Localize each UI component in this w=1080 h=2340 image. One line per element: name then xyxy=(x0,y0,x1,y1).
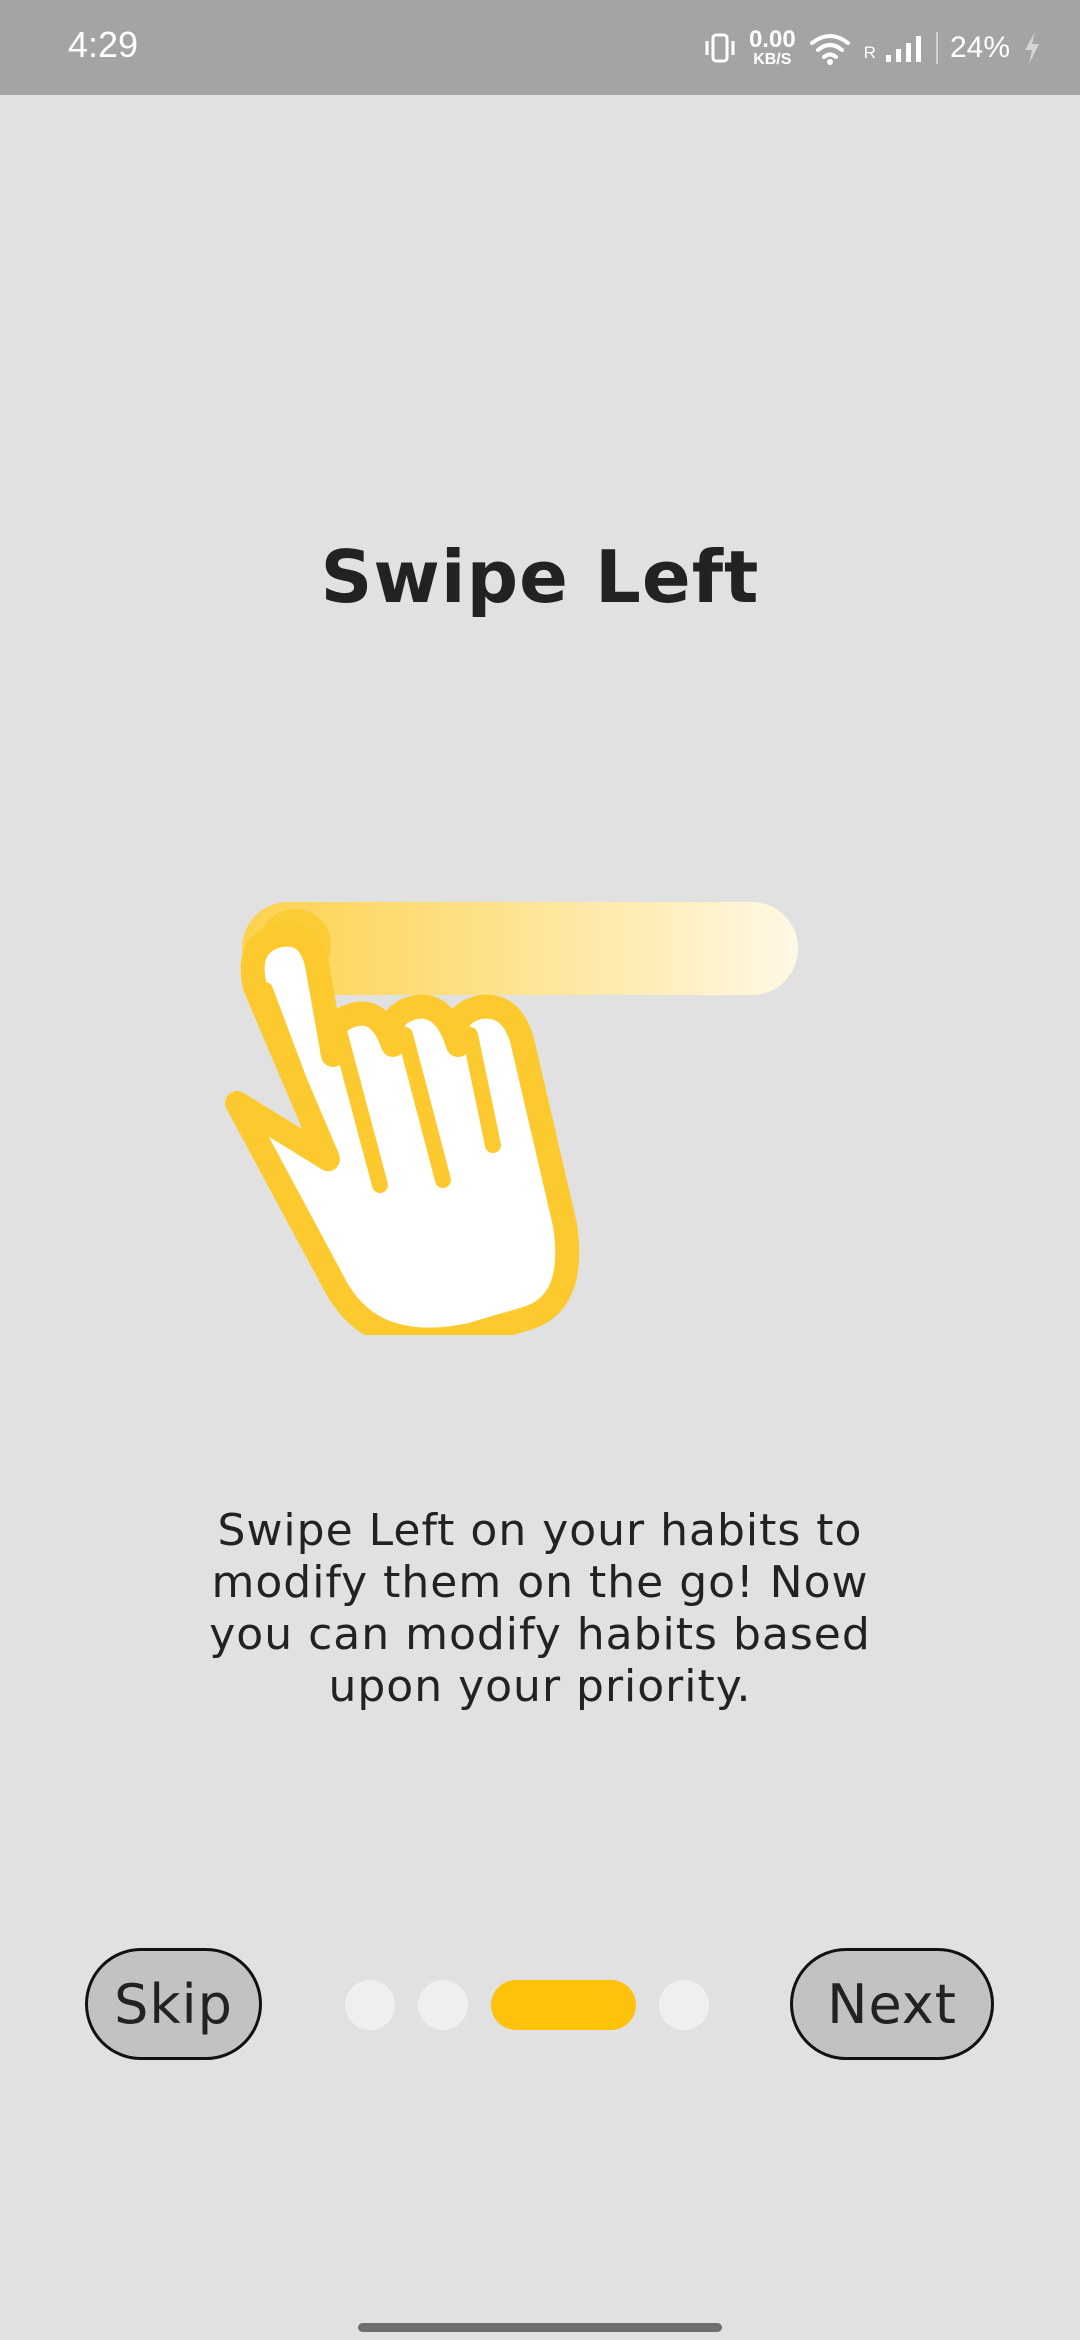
net-speed-value: 0.00 xyxy=(748,26,796,53)
wifi-icon xyxy=(809,34,850,65)
signal-group: R xyxy=(864,33,924,63)
page-title: Swipe Left xyxy=(320,535,760,619)
next-button[interactable]: Next xyxy=(790,1948,994,2060)
description-text: Swipe Left on your habits to modify them… xyxy=(209,1505,871,1712)
swipe-left-hand-icon xyxy=(225,902,798,1335)
battery-percent: 24% xyxy=(949,31,1010,64)
charging-icon xyxy=(1025,32,1039,64)
skip-button[interactable]: Skip xyxy=(85,1948,262,2060)
roaming-label: R xyxy=(863,43,876,62)
net-speed-unit: KB/S xyxy=(753,51,792,68)
status-icons: 0.00 KB/S R 24% xyxy=(703,20,1042,76)
divider xyxy=(935,32,938,64)
signal-icon xyxy=(885,36,921,62)
page-dot-3-active[interactable] xyxy=(491,1980,636,2030)
page-dot-2[interactable] xyxy=(418,1980,468,2030)
page-dot-4[interactable] xyxy=(659,1980,709,2030)
page-dot-1[interactable] xyxy=(345,1980,395,2030)
net-speed: 0.00 KB/S xyxy=(749,28,796,68)
status-bar: 4:29 0.00 KB/S R 24% xyxy=(0,0,1080,95)
home-indicator[interactable] xyxy=(358,2323,722,2332)
status-time: 4:29 xyxy=(68,24,139,65)
vibrate-icon xyxy=(705,33,735,63)
